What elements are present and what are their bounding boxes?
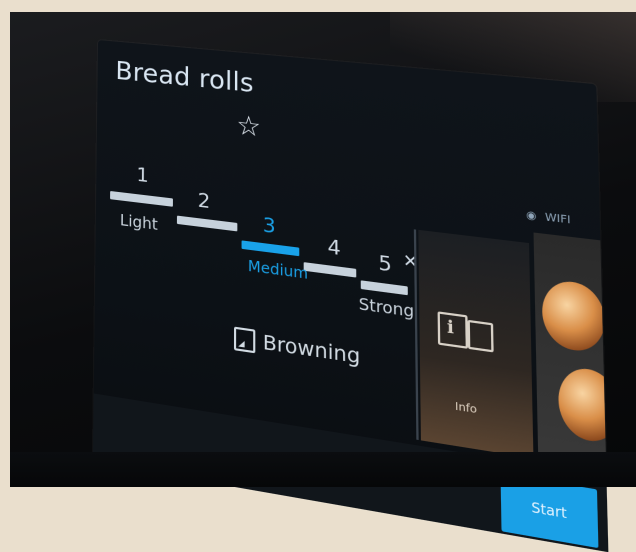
level-1-number[interactable]: 1 (136, 163, 148, 187)
wifi-label: WIFI (544, 211, 571, 227)
browning-strong-label: Strong (358, 294, 415, 322)
recipe-card-icon (467, 319, 494, 353)
level-5-number[interactable]: 5 (378, 251, 392, 277)
level-4-number[interactable]: 4 (327, 235, 340, 260)
browning-segment-4[interactable] (303, 262, 357, 278)
level-3-number[interactable]: 3 (263, 213, 276, 238)
info-icon[interactable] (437, 311, 468, 349)
browning-segment-5[interactable] (360, 280, 408, 296)
browning-label[interactable]: Browning (263, 331, 361, 369)
star-icon[interactable]: ☆ (236, 110, 261, 144)
bread-roll-1 (541, 278, 606, 355)
oven-control-panel: Bread rolls ☆ ◉ WIFI ✕ 1 2 3 4 5 Light M… (10, 12, 636, 552)
level-2-number[interactable]: 2 (198, 189, 211, 213)
browning-segment-3[interactable] (241, 240, 300, 257)
device-bottom-edge (10, 452, 636, 487)
program-title: Bread rolls (115, 55, 254, 99)
browning-icon (233, 326, 256, 354)
browning-medium-label: Medium (247, 258, 309, 284)
bread-rolls-image (533, 232, 607, 488)
browning-light-label: Light (119, 210, 158, 235)
wifi-icon: ◉ (526, 209, 537, 223)
bread-roll-2 (557, 364, 607, 446)
browning-segment-1[interactable] (110, 190, 173, 207)
browning-segment-2[interactable] (176, 215, 238, 232)
